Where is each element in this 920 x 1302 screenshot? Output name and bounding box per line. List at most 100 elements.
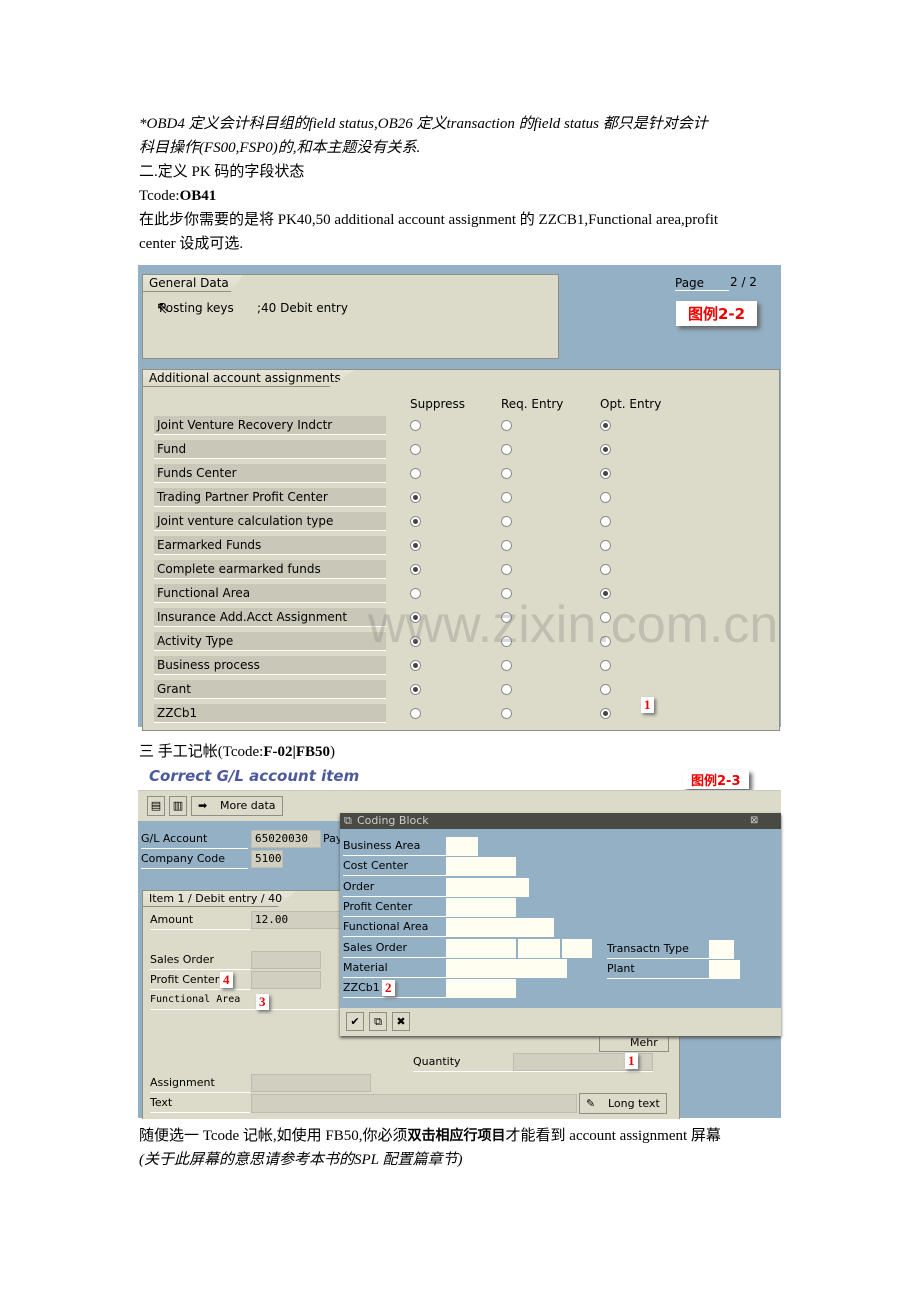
radio-opt-entry[interactable] bbox=[600, 516, 611, 527]
tcode-line: Tcode:OB41 bbox=[139, 184, 216, 208]
radio-suppress[interactable] bbox=[410, 492, 421, 503]
radio-opt-entry[interactable] bbox=[600, 708, 611, 719]
radio-req-entry[interactable] bbox=[501, 492, 512, 503]
radio-req-entry[interactable] bbox=[501, 540, 512, 551]
additional-tab: Additional account assignments bbox=[143, 370, 355, 387]
dialog-title: Coding Block bbox=[357, 814, 429, 827]
row-label: ZZCb1 bbox=[154, 704, 386, 723]
para-3-a: 随便选一 Tcode 记帐,如使用 FB50,你必须 bbox=[139, 1128, 408, 1144]
tcode-prefix: Tcode: bbox=[139, 188, 180, 204]
long-text-button[interactable]: ✎ Long text bbox=[579, 1093, 667, 1114]
tcode-value: OB41 bbox=[179, 188, 217, 204]
posting-keys-value: ;40 Debit entry bbox=[257, 301, 348, 315]
radio-opt-entry[interactable] bbox=[600, 492, 611, 503]
more-data-button[interactable]: ➡ More data bbox=[191, 796, 283, 816]
page-value: 2 / 2 bbox=[730, 275, 757, 289]
radio-req-entry[interactable] bbox=[501, 708, 512, 719]
row-label: Joint Venture Recovery Indctr bbox=[154, 416, 386, 435]
next-item-button[interactable]: ▥ bbox=[169, 796, 187, 816]
column-suppress: Suppress bbox=[410, 397, 466, 411]
radio-suppress[interactable] bbox=[410, 540, 421, 551]
more-data-label: More data bbox=[220, 799, 276, 812]
coding-block-dialog: ⧉ Coding Block ⊠ Business Area Cost Cente… bbox=[340, 813, 781, 1036]
radio-opt-entry[interactable] bbox=[600, 540, 611, 551]
radio-req-entry[interactable] bbox=[501, 660, 512, 671]
gl-account-label: G/L Account bbox=[141, 830, 248, 849]
heading-3-tcode: F-02|FB50 bbox=[263, 744, 330, 760]
copy-icon[interactable]: ⧉ bbox=[369, 1012, 387, 1031]
previous-item-button[interactable]: ▤ bbox=[147, 796, 165, 816]
functional-area-label: Functional Area bbox=[150, 991, 340, 1010]
note-line-1: *OBD4 定义会计科目组的field status,OB26 定义transa… bbox=[139, 116, 708, 132]
ob41-screenshot: General Data Posting keys ;40 Debit entr… bbox=[138, 265, 781, 731]
radio-opt-entry[interactable] bbox=[600, 420, 611, 431]
radio-suppress[interactable] bbox=[410, 468, 421, 479]
radio-opt-entry[interactable] bbox=[600, 444, 611, 455]
sales-order-sub-field[interactable] bbox=[562, 938, 592, 958]
radio-suppress[interactable] bbox=[410, 516, 421, 527]
radio-suppress[interactable] bbox=[410, 444, 421, 455]
sales-order-sub-field[interactable] bbox=[518, 938, 560, 958]
column-req-entry: Req. Entry bbox=[501, 397, 564, 411]
plant-field[interactable] bbox=[709, 960, 740, 979]
coding-field-input[interactable] bbox=[446, 837, 478, 856]
row-label: Joint venture calculation type bbox=[154, 512, 386, 531]
radio-suppress[interactable] bbox=[410, 684, 421, 695]
transaction-type-field[interactable] bbox=[709, 940, 734, 959]
arrow-icon: ➡ bbox=[198, 799, 208, 812]
document-page: *OBD4 定义会计科目组的field status,OB26 定义transa… bbox=[0, 0, 920, 1302]
note-line-2: 科目操作(FS00,FSP0)的,和本主题没有关系. bbox=[139, 140, 421, 156]
column-opt-entry: Opt. Entry bbox=[600, 397, 662, 411]
row-label: Complete earmarked funds bbox=[154, 560, 386, 579]
para-line-2: center 设成可选. bbox=[139, 236, 244, 252]
section-heading-3: 三 手工记帐(Tcode:F-02|FB50) bbox=[139, 740, 335, 764]
coding-field-input[interactable] bbox=[446, 958, 567, 978]
company-code-field[interactable]: 5100 bbox=[251, 850, 283, 868]
sales-order-field[interactable] bbox=[251, 951, 321, 969]
coding-field-input[interactable] bbox=[446, 877, 529, 897]
radio-suppress[interactable] bbox=[410, 708, 421, 719]
sales-order-label: Sales Order bbox=[150, 951, 250, 970]
marker-1-quantity: 1 bbox=[625, 1053, 638, 1069]
amount-field[interactable]: 12.00 bbox=[251, 911, 343, 929]
radio-opt-entry[interactable] bbox=[600, 660, 611, 671]
profit-center-field[interactable] bbox=[251, 971, 321, 989]
coding-field-label: Functional Area bbox=[343, 918, 446, 938]
cancel-x-icon[interactable]: ✖ bbox=[392, 1012, 410, 1031]
radio-suppress[interactable] bbox=[410, 564, 421, 575]
confirm-check-icon[interactable]: ✔ bbox=[346, 1012, 364, 1031]
coding-field-label: Sales Order bbox=[343, 939, 446, 958]
item-tab: Item 1 / Debit entry / 40 bbox=[143, 891, 297, 907]
dialog-titlebar: ⧉ Coding Block ⊠ bbox=[340, 813, 781, 829]
text-label: Text bbox=[150, 1094, 250, 1113]
coding-field-input[interactable] bbox=[446, 918, 554, 938]
coding-field-input[interactable] bbox=[446, 857, 516, 877]
row-label: Funds Center bbox=[154, 464, 386, 483]
radio-suppress[interactable] bbox=[410, 660, 421, 671]
additional-account-assignments-group: Additional account assignments Suppress … bbox=[142, 369, 780, 731]
coding-field-input[interactable] bbox=[446, 979, 516, 999]
coding-field-input[interactable] bbox=[446, 938, 516, 958]
coding-field-input[interactable] bbox=[446, 897, 516, 917]
assignment-field[interactable] bbox=[251, 1074, 371, 1092]
radio-req-entry[interactable] bbox=[501, 420, 512, 431]
radio-opt-entry[interactable] bbox=[600, 468, 611, 479]
radio-req-entry[interactable] bbox=[501, 444, 512, 455]
text-field[interactable] bbox=[251, 1094, 577, 1113]
long-text-icon: ✎ bbox=[586, 1097, 596, 1110]
fb50-screenshot: ▤ ▥ ➡ More data G/L Account 65020030 Pay … bbox=[138, 790, 781, 1119]
radio-req-entry[interactable] bbox=[501, 564, 512, 575]
marker-1: 1 bbox=[641, 697, 654, 713]
radio-req-entry[interactable] bbox=[501, 684, 512, 695]
gl-account-field[interactable]: 65020030 bbox=[251, 830, 321, 848]
marker-4: 4 bbox=[220, 972, 233, 988]
radio-req-entry[interactable] bbox=[501, 516, 512, 527]
row-label: Earmarked Funds bbox=[154, 536, 386, 555]
radio-opt-entry[interactable] bbox=[600, 684, 611, 695]
para-line-1: 在此步你需要的是将 PK40,50 additional account ass… bbox=[139, 212, 719, 228]
close-icon[interactable]: ⊠ bbox=[750, 813, 758, 829]
radio-suppress[interactable] bbox=[410, 420, 421, 431]
para-3-b: 才能看到 account assignment 屏幕 bbox=[505, 1128, 721, 1144]
radio-req-entry[interactable] bbox=[501, 468, 512, 479]
radio-opt-entry[interactable] bbox=[600, 564, 611, 575]
